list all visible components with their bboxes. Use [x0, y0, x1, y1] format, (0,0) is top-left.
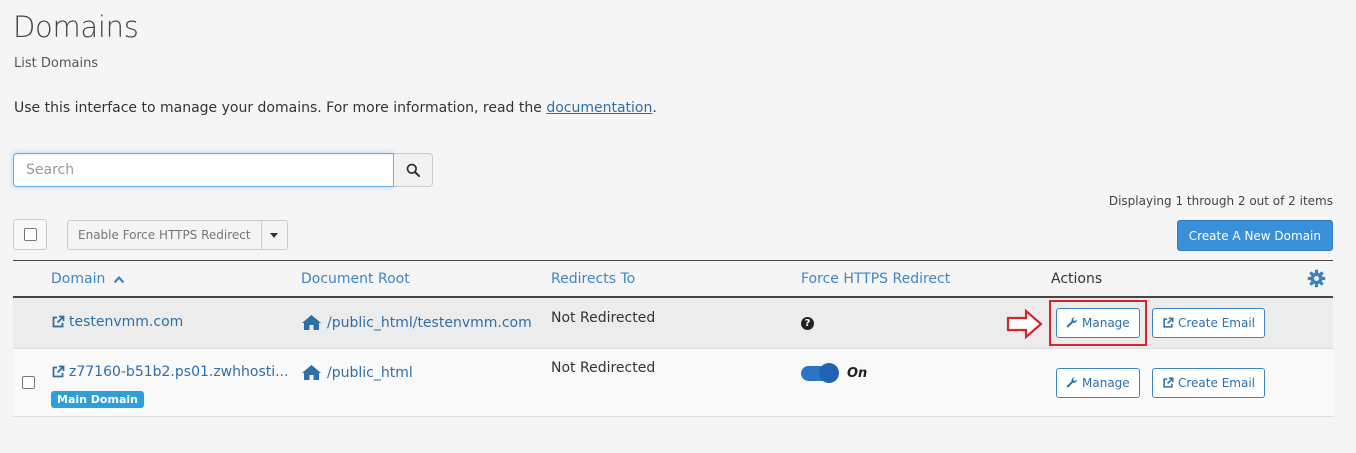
- arrow-right-icon: [1006, 309, 1043, 339]
- column-header-domain-label: Domain: [51, 271, 106, 287]
- manage-button-label: Manage: [1082, 316, 1130, 330]
- manage-button[interactable]: Manage: [1056, 308, 1140, 338]
- domain-link[interactable]: z77160-b51b2.ps01.zwhhosti...: [51, 364, 288, 380]
- sort-ascending-icon: [113, 275, 125, 283]
- enable-force-https-button[interactable]: Enable Force HTTPS Redirect: [67, 220, 262, 250]
- column-header-domain[interactable]: Domain: [51, 271, 125, 287]
- manage-button-label: Manage: [1082, 376, 1130, 390]
- domain-link[interactable]: testenvmm.com: [51, 314, 183, 330]
- redirect-status: Not Redirected: [551, 310, 656, 326]
- force-https-toggle-label: On: [847, 366, 868, 381]
- column-header-actions: Actions: [1051, 271, 1103, 287]
- caret-down-icon: [270, 232, 279, 238]
- table-row: testenvmm.com /public_html/testenvmm.com…: [13, 298, 1333, 349]
- search-input[interactable]: [13, 153, 394, 187]
- home-icon: [302, 315, 321, 330]
- select-all-checkbox-wrapper: [13, 219, 47, 250]
- force-https-toggle-group: On: [801, 363, 868, 383]
- select-all-checkbox[interactable]: [23, 228, 37, 241]
- force-https-toggle[interactable]: [801, 363, 839, 383]
- home-icon: [302, 365, 321, 380]
- domain-name: testenvmm.com: [69, 314, 184, 330]
- redirect-status: Not Redirected: [551, 360, 656, 376]
- wrench-icon: [1066, 377, 1078, 388]
- create-email-button[interactable]: Create Email: [1152, 308, 1265, 338]
- question-circle-icon: ?: [801, 317, 814, 330]
- wrench-icon: [1066, 317, 1078, 328]
- document-root-path: /public_html/testenvmm.com: [327, 314, 532, 331]
- document-root-link[interactable]: /public_html: [301, 364, 413, 381]
- table-row: z77160-b51b2.ps01.zwhhosti... Main Domai…: [13, 349, 1333, 417]
- bulk-action-dropdown-toggle[interactable]: [261, 220, 288, 250]
- search-button[interactable]: [394, 153, 433, 187]
- external-link-icon: [52, 315, 65, 328]
- domains-table: Domain Document Root Redirects To Force …: [13, 260, 1333, 417]
- column-header-force-https[interactable]: Force HTTPS Redirect: [801, 271, 950, 287]
- document-root-link[interactable]: /public_html/testenvmm.com: [301, 314, 532, 331]
- search-icon: [406, 163, 420, 177]
- page-subtitle: List Domains: [14, 56, 99, 71]
- gear-icon[interactable]: [1307, 269, 1326, 288]
- main-domain-badge: Main Domain: [51, 391, 144, 408]
- documentation-link[interactable]: documentation: [546, 100, 652, 116]
- table-header: Domain Document Root Redirects To Force …: [13, 260, 1333, 298]
- manage-button[interactable]: Manage: [1056, 368, 1140, 398]
- bulk-action-group: Enable Force HTTPS Redirect: [67, 220, 288, 250]
- document-root-path: /public_html: [327, 364, 413, 381]
- toggle-knob: [819, 363, 839, 383]
- create-email-button[interactable]: Create Email: [1152, 368, 1265, 398]
- row-select-checkbox[interactable]: [22, 376, 35, 389]
- intro-text-body: Use this interface to manage your domain…: [14, 100, 547, 116]
- domain-name: z77160-b51b2.ps01.zwhhosti...: [69, 364, 289, 380]
- intro-text-end: .: [652, 100, 657, 116]
- create-email-button-label: Create Email: [1178, 316, 1255, 330]
- create-email-button-label: Create Email: [1178, 376, 1255, 390]
- intro-text: Use this interface to manage your domain…: [14, 100, 657, 116]
- external-link-icon: [1163, 317, 1174, 328]
- search-bar: [13, 153, 433, 187]
- column-header-document-root[interactable]: Document Root: [301, 271, 410, 287]
- column-header-redirects-to[interactable]: Redirects To: [551, 271, 635, 287]
- page-title: Domains: [13, 10, 139, 44]
- external-link-icon: [52, 365, 65, 378]
- external-link-icon: [1163, 377, 1174, 388]
- pagination-summary: Displaying 1 through 2 out of 2 items: [1108, 194, 1333, 208]
- force-https-help[interactable]: ?: [801, 317, 814, 330]
- create-domain-button[interactable]: Create A New Domain: [1176, 220, 1333, 251]
